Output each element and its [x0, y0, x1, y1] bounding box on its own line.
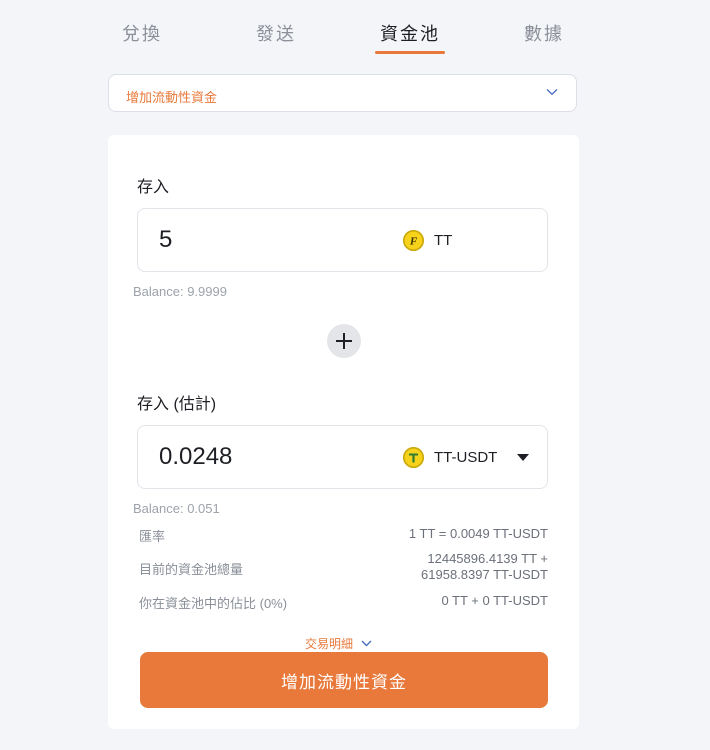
top-tabs: 兌換 發送 資金池 數據	[0, 0, 710, 60]
liquidity-card: 存入 F TT Balance: 9.9999 存入 (估計) TT-USDT …	[108, 135, 579, 729]
pool-total-value: 12445896.4139 TT + 61958.8397 TT-USDT	[421, 551, 548, 583]
chevron-down-icon	[546, 88, 558, 96]
mode-select-label: 增加流動性資金	[126, 90, 218, 105]
pool-share-label: 你在資金池中的佔比 (0%)	[139, 596, 288, 611]
deposit-estimated-label: 存入 (估計)	[137, 396, 217, 413]
rate-label: 匯率	[139, 529, 166, 544]
deposit-estimated-input-box: TT-USDT	[137, 425, 548, 489]
deposit-label: 存入	[137, 179, 170, 196]
tether-token-icon	[403, 446, 424, 468]
active-tab-indicator	[375, 51, 445, 54]
svg-text:F: F	[409, 235, 418, 247]
liquidity-mode-select[interactable]: 增加流動性資金	[108, 74, 577, 112]
pool-total-label: 目前的資金池總量	[139, 562, 244, 577]
tab-send[interactable]: 發送	[231, 20, 321, 46]
transaction-details-toggle[interactable]: 交易明細	[305, 635, 372, 652]
tt-token-icon: F	[403, 229, 424, 251]
tab-stats[interactable]: 數據	[499, 20, 589, 46]
deposit-balance: Balance: 9.9999	[133, 284, 227, 299]
tab-pool[interactable]: 資金池	[365, 20, 455, 46]
pool-total-value-line2: 61958.8397 TT-USDT	[421, 567, 548, 582]
caret-down-icon	[517, 453, 530, 461]
deposit-input-box: F TT	[137, 208, 548, 272]
add-liquidity-button[interactable]: 增加流動性資金	[140, 652, 548, 708]
deposit-estimated-token-selector[interactable]: TT-USDT	[403, 426, 530, 488]
deposit-estimated-amount-input[interactable]	[159, 443, 379, 471]
plus-icon	[327, 324, 361, 358]
pool-total-value-line1: 12445896.4139 TT +	[427, 551, 548, 566]
transaction-details-label: 交易明細	[305, 637, 354, 651]
deposit-token-name: TT	[434, 231, 453, 249]
deposit-amount-input[interactable]	[159, 226, 379, 254]
chevron-down-icon	[361, 640, 372, 647]
deposit-estimated-balance: Balance: 0.051	[133, 501, 220, 516]
deposit-estimated-token-name: TT-USDT	[434, 448, 498, 466]
pool-share-value: 0 TT + 0 TT-USDT	[441, 593, 548, 608]
tab-swap[interactable]: 兌換	[97, 20, 187, 46]
deposit-token-selector[interactable]: F TT	[403, 209, 452, 271]
rate-value: 1 TT = 0.0049 TT-USDT	[408, 526, 548, 541]
